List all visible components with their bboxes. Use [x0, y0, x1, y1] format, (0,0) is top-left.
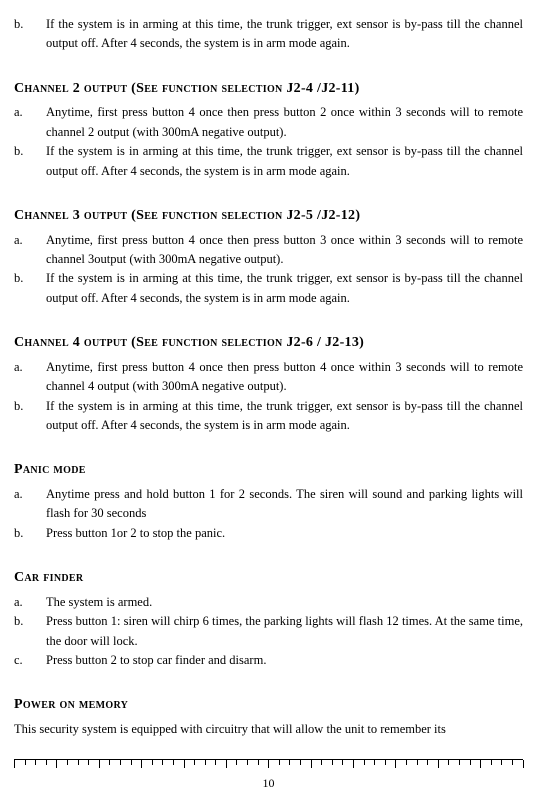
list-marker: a. [14, 358, 46, 397]
list-marker: b. [14, 612, 46, 651]
list-marker: b. [14, 524, 46, 543]
list-marker: c. [14, 651, 46, 670]
list-marker: b. [14, 397, 46, 436]
section-heading-channel4: Channel 4 output (See function selection… [14, 332, 523, 354]
list-marker: b. [14, 15, 46, 54]
list-item: b. Press button 1: siren will chirp 6 ti… [14, 612, 523, 651]
list-item: b. If the system is in arming at this ti… [14, 397, 523, 436]
list-marker: b. [14, 269, 46, 308]
list-text: Press button 1or 2 to stop the panic. [46, 524, 523, 543]
list-text: If the system is in arming at this time,… [46, 142, 523, 181]
list-text: Press button 2 to stop car finder and di… [46, 651, 523, 670]
list-marker: a. [14, 593, 46, 612]
section-heading-carfinder: Car finder [14, 567, 523, 589]
paragraph: This security system is equipped with ci… [14, 720, 523, 739]
list-item: a. Anytime, first press button 4 once th… [14, 231, 523, 270]
section-heading-channel2: Channel 2 output (See function selection… [14, 78, 523, 100]
section-heading-panic: Panic mode [14, 459, 523, 481]
list-item: a. Anytime, first press button 4 once th… [14, 103, 523, 142]
list-text: If the system is in arming at this time,… [46, 15, 523, 54]
list-text: Anytime, first press button 4 once then … [46, 358, 523, 397]
list-item: b. If the system is in arming at this ti… [14, 269, 523, 308]
list-marker: a. [14, 103, 46, 142]
section-heading-power: Power on memory [14, 694, 523, 716]
list-marker: b. [14, 142, 46, 181]
ruler [14, 759, 523, 768]
list-text: Anytime, first press button 4 once then … [46, 231, 523, 270]
list-item: a. The system is armed. [14, 593, 523, 612]
list-text: If the system is in arming at this time,… [46, 269, 523, 308]
list-marker: a. [14, 485, 46, 524]
list-item: b. If the system is in arming at this ti… [14, 142, 523, 181]
list-text: Anytime press and hold button 1 for 2 se… [46, 485, 523, 524]
list-item: c. Press button 2 to stop car finder and… [14, 651, 523, 670]
list-text: The system is armed. [46, 593, 523, 612]
list-item: b. If the system is in arming at this ti… [14, 15, 523, 54]
section-heading-channel3: Channel 3 output (See function selection… [14, 205, 523, 227]
page-number: 10 [14, 774, 523, 793]
list-text: Anytime, first press button 4 once then … [46, 103, 523, 142]
list-item: a. Anytime press and hold button 1 for 2… [14, 485, 523, 524]
list-marker: a. [14, 231, 46, 270]
list-text: Press button 1: siren will chirp 6 times… [46, 612, 523, 651]
list-text: If the system is in arming at this time,… [46, 397, 523, 436]
list-item: b. Press button 1or 2 to stop the panic. [14, 524, 523, 543]
list-item: a. Anytime, first press button 4 once th… [14, 358, 523, 397]
